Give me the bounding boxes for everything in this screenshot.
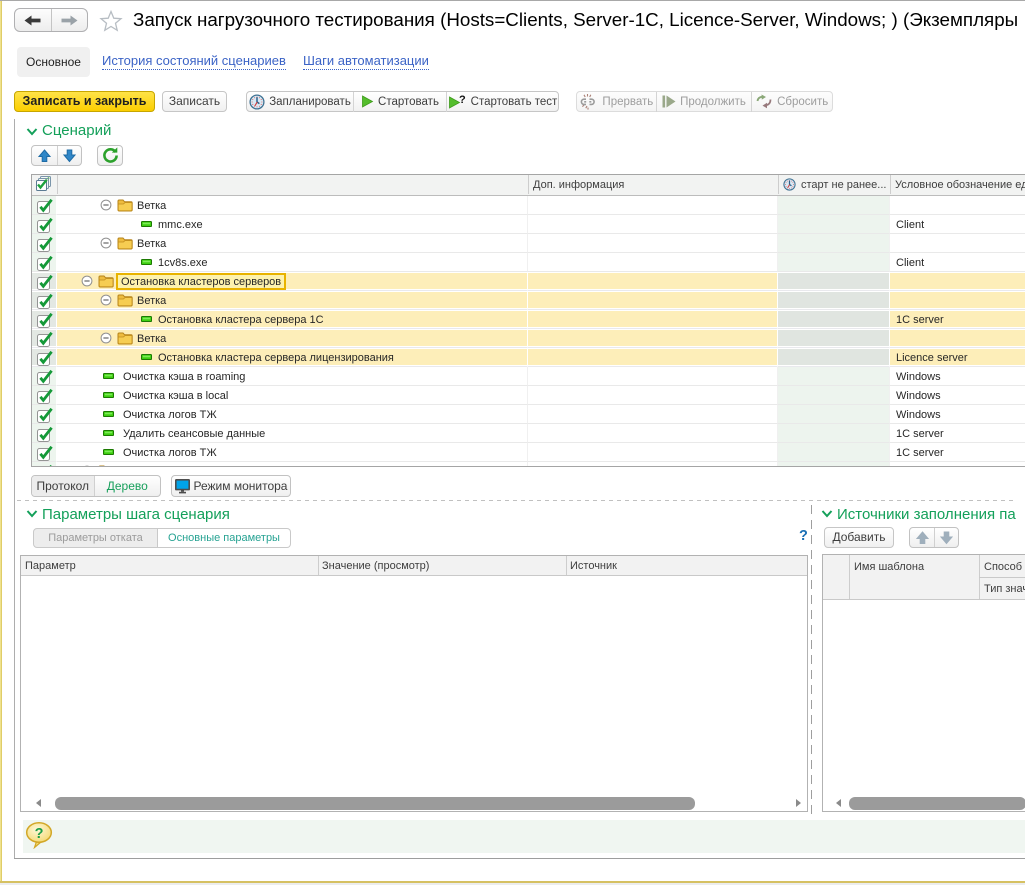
svg-text:?: ? [459, 94, 466, 106]
svg-text:?: ? [35, 826, 44, 842]
